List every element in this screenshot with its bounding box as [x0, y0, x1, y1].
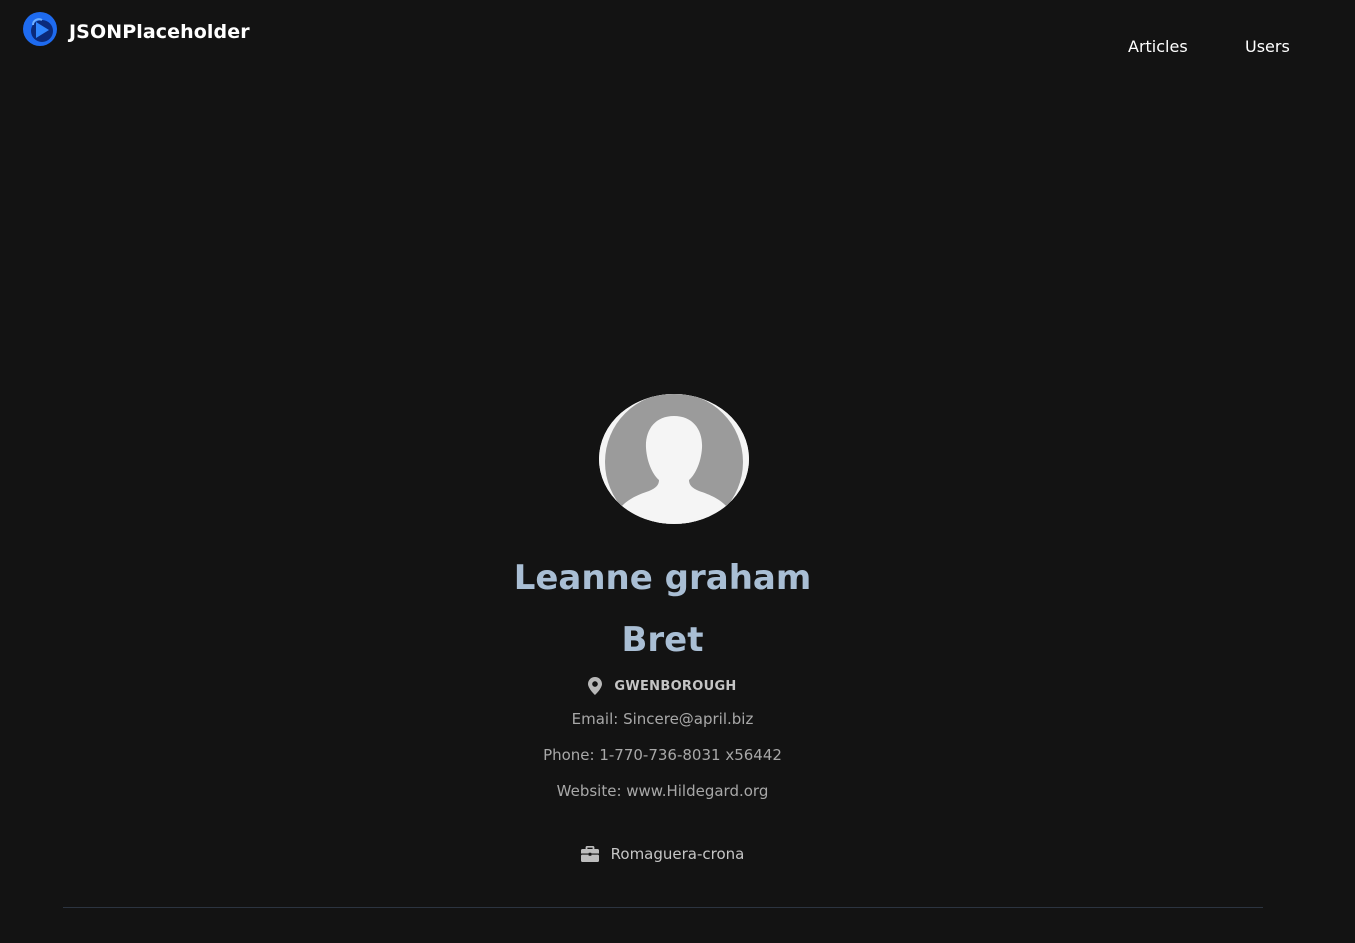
brand-link[interactable]: JSONPlaceholder: [22, 11, 250, 47]
logo-icon: [23, 12, 57, 46]
user-username: Bret: [621, 620, 704, 660]
nav-users-link[interactable]: Users: [1245, 37, 1290, 56]
website-line: Website: www.Hildegard.org: [556, 782, 769, 800]
email-line: Email: Sincere@april.biz: [571, 710, 754, 728]
company-row: Romaguera-crona: [0, 845, 1325, 863]
phone-line: Phone: 1-770-736-8031 x56442: [543, 746, 782, 764]
navbar: JSONPlaceholder Articles Users: [0, 0, 1355, 80]
city-row: Gwenborough: [0, 677, 1325, 695]
divider: [63, 907, 1263, 908]
user-silhouette-icon: [599, 394, 749, 524]
nav-articles-link[interactable]: Articles: [1128, 37, 1188, 56]
city-name: Gwenborough: [614, 678, 737, 694]
map-pin-icon: [588, 677, 603, 695]
brand-name: JSONPlaceholder: [69, 20, 250, 43]
user-full-name: Leanne graham: [513, 558, 812, 598]
briefcase-icon: [580, 846, 599, 862]
avatar: [599, 394, 749, 524]
company-name: Romaguera-crona: [610, 845, 745, 863]
